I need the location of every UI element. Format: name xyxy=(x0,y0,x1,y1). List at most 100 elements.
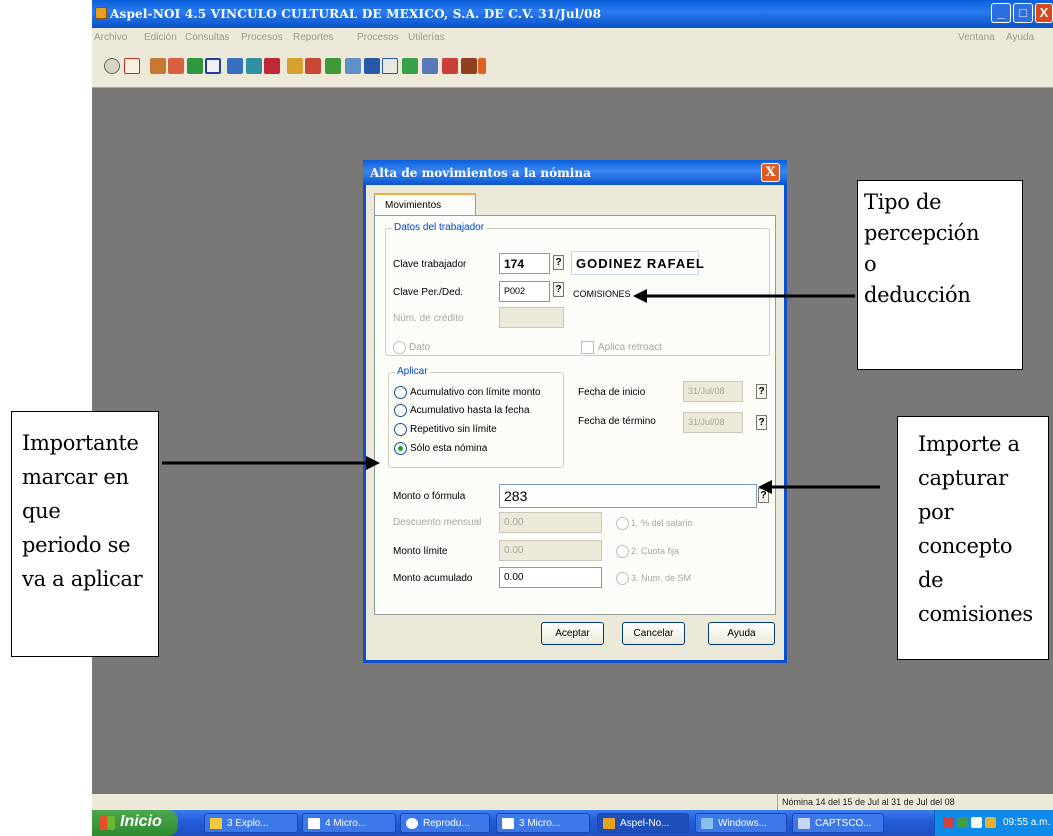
tool-icon-13[interactable] xyxy=(345,58,361,74)
num-credito-input[interactable] xyxy=(499,307,564,328)
task-word[interactable]: 4 Micro... xyxy=(302,813,396,833)
menu-procesos[interactable]: Procesos xyxy=(241,32,283,43)
window-titlebar[interactable]: Aspel-NOI 4.5 VINCULO CULTURAL DE MEXICO… xyxy=(92,0,1053,28)
fecha-termino-label: Fecha de término xyxy=(578,416,656,427)
dialog-close-button[interactable]: X xyxy=(761,163,780,182)
tool-icon-4[interactable] xyxy=(168,58,184,74)
task-captsco[interactable]: CAPTSCO... xyxy=(792,813,884,833)
worker-name-field: GODINEZ RAFAEL xyxy=(571,251,704,275)
media-player-icon xyxy=(406,818,418,829)
fecha-termino-input[interactable]: 31/Jul/08 xyxy=(683,412,743,433)
aplica-retroactivo-checkbox[interactable] xyxy=(581,341,594,354)
annotation-importe: Importe a capturar por concepto de comis… xyxy=(897,416,1049,660)
monto-acumulado-label: Monto acumulado xyxy=(393,573,473,584)
menu-utilerias[interactable]: Utilerías xyxy=(408,32,445,43)
fecha-termino-calendar-button[interactable]: ? xyxy=(756,415,767,430)
radio-acumulativo-limite[interactable] xyxy=(394,386,407,399)
radio-porcentaje-salario-label: 1. % del salario xyxy=(631,518,693,528)
tool-icon-6[interactable] xyxy=(205,58,221,74)
dialog-titlebar[interactable]: Alta de movimientos a la nómina X xyxy=(363,160,787,185)
tray-icon-4[interactable] xyxy=(985,817,996,828)
task-label: 3 Explo... xyxy=(227,818,269,829)
menu-procesos-2[interactable]: Procesos xyxy=(357,32,399,43)
tool-icon-11[interactable] xyxy=(305,58,321,74)
fecha-inicio-input[interactable]: 31/Jul/08 xyxy=(683,381,743,402)
task-explorer[interactable]: 3 Explo... xyxy=(204,813,298,833)
tool-icon-3[interactable] xyxy=(150,58,166,74)
radio-acumulativo-limite-label: Acumulativo con límite monto xyxy=(410,387,541,398)
tool-icon-1[interactable] xyxy=(104,58,120,74)
monto-formula-lookup-button[interactable]: ? xyxy=(758,488,769,503)
tray-icon-3[interactable] xyxy=(971,817,982,828)
fecha-inicio-calendar-button[interactable]: ? xyxy=(756,384,767,399)
toolbar xyxy=(92,48,1053,88)
radio-cuota-fija[interactable] xyxy=(616,545,629,558)
tool-icon-9[interactable] xyxy=(264,58,280,74)
accept-button[interactable]: Aceptar xyxy=(541,622,604,645)
menu-ayuda[interactable]: Ayuda xyxy=(1006,32,1034,43)
tool-icon-16[interactable] xyxy=(402,58,418,74)
tool-icon-15[interactable] xyxy=(382,58,398,74)
menu-reportes[interactable]: Reportes xyxy=(293,32,334,43)
tool-icon-12[interactable] xyxy=(325,58,341,74)
worker-data-legend: Datos del trabajador xyxy=(392,222,487,233)
radio-solo-esta-nomina[interactable] xyxy=(394,442,407,455)
tool-icon-19[interactable] xyxy=(461,58,477,74)
monto-formula-input[interactable]: 283 xyxy=(499,484,757,508)
tool-icon-17[interactable] xyxy=(422,58,438,74)
radio-solo-esta-nomina-label: Sólo esta nómina xyxy=(410,443,488,454)
task-aspel[interactable]: Aspel-No... xyxy=(597,813,689,833)
tool-icon-8[interactable] xyxy=(246,58,262,74)
task-label: Aspel-No... xyxy=(620,818,670,829)
document-icon xyxy=(502,818,514,829)
menu-edicion[interactable]: Edición xyxy=(144,32,177,43)
dialog-title: Alta de movimientos a la nómina xyxy=(370,166,591,180)
clave-perded-lookup-button[interactable]: ? xyxy=(553,282,564,297)
tool-icon-14[interactable] xyxy=(364,58,380,74)
tool-icon-10[interactable] xyxy=(287,58,303,74)
minimize-button[interactable]: _ xyxy=(991,3,1011,23)
menu-ventana[interactable]: Ventana xyxy=(958,32,995,43)
tool-icon-18[interactable] xyxy=(442,58,458,74)
annotation-importe-line: por xyxy=(918,500,954,524)
dato-radio[interactable] xyxy=(393,341,406,354)
clave-trabajador-input[interactable]: 174 xyxy=(499,253,550,274)
tool-icon-5[interactable] xyxy=(187,58,203,74)
menu-consultas[interactable]: Consultas xyxy=(185,32,229,43)
task-micro[interactable]: 3 Micro... xyxy=(496,813,590,833)
close-button[interactable]: X xyxy=(1035,3,1053,23)
tool-icon-2[interactable] xyxy=(124,58,140,74)
concept-name: COMISIONES xyxy=(573,289,631,299)
num-credito-label: Núm. de crédito xyxy=(393,313,464,324)
menu-bar: Archivo Edición Consultas Procesos Repor… xyxy=(92,28,1053,48)
tray-icon-2[interactable] xyxy=(957,817,968,828)
tab-movimientos[interactable]: Movimientos xyxy=(374,193,476,215)
clave-trabajador-lookup-button[interactable]: ? xyxy=(553,255,564,270)
radio-repetitivo-label: Repetitivo sin límite xyxy=(410,424,497,435)
monto-limite-input[interactable]: 0.00 xyxy=(499,540,602,561)
clave-perded-input[interactable]: P002 xyxy=(499,281,550,302)
clave-perded-label: Clave Per./Ded. xyxy=(393,287,464,298)
cancel-button[interactable]: Cancelar xyxy=(622,622,685,645)
annotation-tipo-line: Tipo de xyxy=(864,190,942,214)
radio-porcentaje-salario[interactable] xyxy=(616,517,629,530)
task-label: 3 Micro... xyxy=(519,818,561,829)
radio-acumulativo-fecha[interactable] xyxy=(394,404,407,417)
annotation-tipo: Tipo de percepción o deducción xyxy=(857,180,1023,370)
monto-acumulado-input[interactable]: 0.00 xyxy=(499,567,602,588)
annotation-importante-line: va a aplicar xyxy=(22,567,143,591)
tool-icon-7[interactable] xyxy=(227,58,243,74)
tray-icon-1[interactable] xyxy=(943,817,954,828)
radio-num-sm[interactable] xyxy=(616,572,629,585)
task-windows[interactable]: Windows... xyxy=(695,813,787,833)
aspel-icon xyxy=(603,818,615,829)
menu-archivo[interactable]: Archivo xyxy=(94,32,127,43)
maximize-button[interactable]: □ xyxy=(1013,3,1033,23)
start-button[interactable]: Inicio xyxy=(92,810,178,836)
radio-repetitivo[interactable] xyxy=(394,423,407,436)
task-player[interactable]: Reprodu... xyxy=(400,813,490,833)
descuento-input[interactable]: 0.00 xyxy=(499,512,602,533)
tool-icon-20[interactable] xyxy=(478,58,486,74)
tab-panel: Datos del trabajador Clave trabajador 17… xyxy=(374,215,776,615)
help-button[interactable]: Ayuda xyxy=(708,622,775,645)
